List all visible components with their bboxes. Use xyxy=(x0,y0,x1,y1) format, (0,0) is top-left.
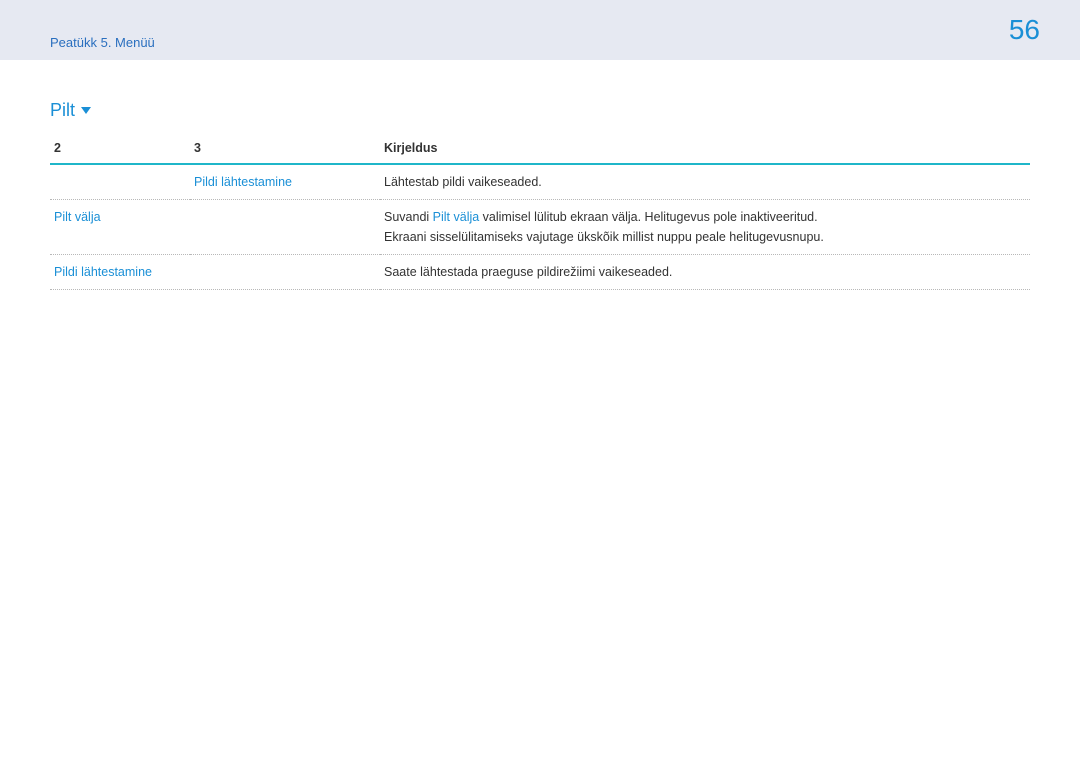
cell-col2: Pildi lähtestamine xyxy=(50,255,190,290)
cell-col2: Pilt välja xyxy=(50,200,190,255)
table-row: Pildi lähtestamine Saate lähtestada prae… xyxy=(50,255,1030,290)
settings-table: 2 3 Kirjeldus Pildi lähtestamine Lähtest… xyxy=(50,135,1030,290)
desc-text: valimisel lülitub ekraan välja. Helituge… xyxy=(479,210,817,224)
desc-text: Ekraani sisselülitamiseks vajutage ükskõ… xyxy=(384,230,824,244)
cell-col3: Pildi lähtestamine xyxy=(190,164,380,200)
breadcrumb: Peatükk 5. Menüü xyxy=(50,35,155,50)
col-header-2: 2 xyxy=(50,135,190,164)
cell-desc: Lähtestab pildi vaikeseaded. xyxy=(380,164,1030,200)
cell-col3 xyxy=(190,200,380,255)
table-row: Pilt välja Suvandi Pilt välja valimisel … xyxy=(50,200,1030,255)
dropdown-icon xyxy=(81,107,91,114)
table-row: Pildi lähtestamine Lähtestab pildi vaike… xyxy=(50,164,1030,200)
col-header-desc: Kirjeldus xyxy=(380,135,1030,164)
cell-desc: Saate lähtestada praeguse pildirežiimi v… xyxy=(380,255,1030,290)
table-header-row: 2 3 Kirjeldus xyxy=(50,135,1030,164)
content-area: Pilt 2 3 Kirjeldus Pildi lähtestamine Lä… xyxy=(0,60,1080,290)
cell-col2 xyxy=(50,164,190,200)
cell-col3 xyxy=(190,255,380,290)
page-number: 56 xyxy=(1009,14,1040,46)
section-title-text: Pilt xyxy=(50,100,75,121)
desc-text: Suvandi xyxy=(384,210,433,224)
desc-highlight: Pilt välja xyxy=(433,210,480,224)
header-bar: Peatükk 5. Menüü 56 xyxy=(0,0,1080,60)
section-title: Pilt xyxy=(50,100,1030,121)
col-header-3: 3 xyxy=(190,135,380,164)
cell-desc: Suvandi Pilt välja valimisel lülitub ekr… xyxy=(380,200,1030,255)
